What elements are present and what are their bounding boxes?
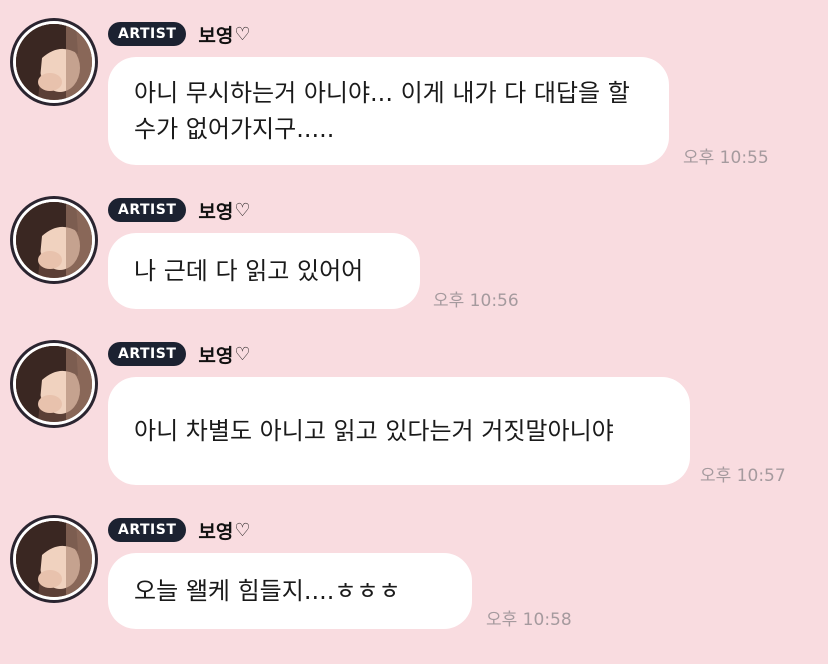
avatar[interactable] — [10, 340, 98, 428]
heart-icon: ♡ — [234, 23, 251, 45]
sender-row: ARTIST 보영 ♡ — [108, 341, 251, 368]
artist-badge: ARTIST — [108, 22, 187, 46]
heart-icon: ♡ — [234, 199, 251, 221]
avatar-photo-icon — [16, 24, 92, 100]
artist-badge: ARTIST — [108, 518, 187, 542]
sender-name[interactable]: 보영 — [198, 21, 233, 48]
chat-thread: ARTIST 보영 ♡ 아니 무시하는거 아니야... 이게 내가 다 대답을 … — [0, 0, 828, 664]
avatar-photo-icon — [16, 202, 92, 278]
sender-row: ARTIST 보영 ♡ — [108, 21, 251, 48]
avatar-photo-icon — [16, 346, 92, 422]
message-text: 나 근데 다 읽고 있어어 — [134, 257, 364, 285]
message-time: 오후 10:57 — [700, 466, 786, 486]
artist-badge: ARTIST — [108, 198, 187, 222]
avatar-photo-icon — [16, 521, 92, 597]
heart-icon: ♡ — [234, 343, 251, 365]
sender-row: ARTIST 보영 ♡ — [108, 197, 251, 224]
avatar[interactable] — [10, 515, 98, 603]
message-time: 오후 10:58 — [486, 610, 572, 630]
message-time: 오후 10:55 — [683, 148, 769, 168]
message-bubble[interactable]: 나 근데 다 읽고 있어어 — [108, 233, 420, 309]
avatar[interactable] — [10, 196, 98, 284]
message-text: 오늘 왤케 힘들지....ㅎㅎㅎ — [134, 577, 401, 605]
message-text: 아니 차별도 아니고 읽고 있다는거 거짓말아니야 — [134, 417, 614, 445]
sender-name[interactable]: 보영 — [198, 197, 233, 224]
sender-name[interactable]: 보영 — [198, 341, 233, 368]
artist-badge: ARTIST — [108, 342, 187, 366]
message-bubble[interactable]: 오늘 왤케 힘들지....ㅎㅎㅎ — [108, 553, 472, 629]
message-text: 아니 무시하는거 아니야... 이게 내가 다 대답을 할 수가 없어가지구..… — [134, 79, 630, 143]
message-bubble[interactable]: 아니 차별도 아니고 읽고 있다는거 거짓말아니야 — [108, 377, 690, 485]
heart-icon: ♡ — [234, 519, 251, 541]
avatar[interactable] — [10, 18, 98, 106]
sender-name[interactable]: 보영 — [198, 517, 233, 544]
message-time: 오후 10:56 — [433, 291, 519, 311]
sender-row: ARTIST 보영 ♡ — [108, 517, 251, 544]
message-bubble[interactable]: 아니 무시하는거 아니야... 이게 내가 다 대답을 할 수가 없어가지구..… — [108, 57, 669, 165]
